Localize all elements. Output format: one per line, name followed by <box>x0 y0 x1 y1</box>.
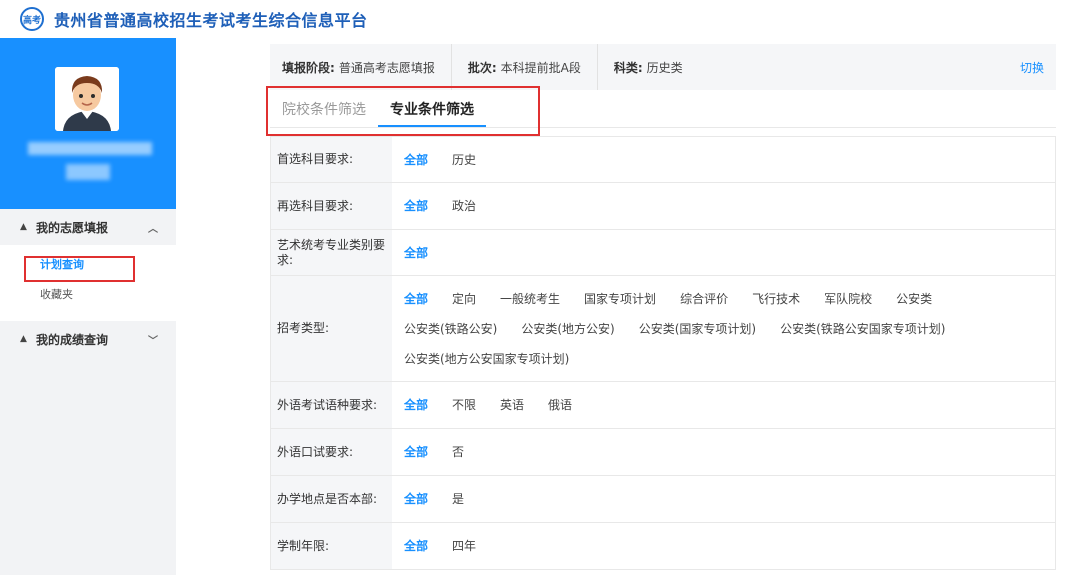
filter-row: 首选科目要求: 全部 历史 <box>270 137 1056 183</box>
filter-label: 外语口试要求: <box>270 429 392 475</box>
filter-option-all[interactable]: 全部 <box>404 531 428 561</box>
filter-options: 全部 政治 <box>392 183 1056 229</box>
filter-option-all[interactable]: 全部 <box>404 238 428 268</box>
sidebar: ▲ 我的志愿填报 ︿ 计划查询 收藏夹 ▲ 我的成绩查询 ﹀ <box>0 38 176 575</box>
filter-row: 外语考试语种要求: 全部 不限 英语 俄语 <box>270 382 1056 429</box>
filter-options: 全部是 <box>392 476 1056 522</box>
menu-group-scores[interactable]: ▲ 我的成绩查询 ﹀ <box>0 321 176 357</box>
filter-option-all[interactable]: 全部 <box>404 284 428 314</box>
filter-option[interactable]: 俄语 <box>548 390 572 420</box>
filter-option[interactable]: 英语 <box>500 390 524 420</box>
filter-label: 学制年限: <box>270 523 392 569</box>
filter-label: 招考类型: <box>270 276 392 381</box>
filter-row: 艺术统考专业类别要求: 全部 <box>270 230 1056 276</box>
filter-option[interactable]: 公安类(铁路公安国家专项计划) <box>780 314 945 344</box>
filter-option[interactable]: 四年 <box>452 531 476 561</box>
highlight-box <box>24 256 135 282</box>
filter-options: 全部否 <box>392 429 1056 475</box>
filter-label: 首选科目要求: <box>270 137 392 182</box>
filter-label: 办学地点是否本部: <box>270 476 392 522</box>
info-subject: 科类: 历史类 <box>613 60 683 75</box>
site-title: 贵州省普通高校招生考试考生综合信息平台 <box>54 11 368 30</box>
filter-options: 全部 四年 <box>392 523 1056 569</box>
info-stage: 填报阶段: 普通高考志愿填报 <box>270 44 452 90</box>
flask-icon: ▲ <box>20 333 27 344</box>
filter-option-all[interactable]: 全部 <box>404 191 428 221</box>
filter-option[interactable]: 定向 <box>452 284 476 314</box>
filter-option-all[interactable]: 全部 <box>404 145 428 175</box>
filter-row: 外语口试要求: 全部否 <box>270 429 1056 476</box>
filter-option[interactable]: 历史 <box>452 145 476 175</box>
filter-option[interactable]: 不限 <box>452 390 476 420</box>
filter-option[interactable]: 公安类(国家专项计划) <box>639 314 756 344</box>
filter-option[interactable]: 公安类 <box>896 284 932 314</box>
logo-icon: 高考 <box>20 7 44 31</box>
filter-options: 全部 <box>392 230 1056 275</box>
menu-group-volunteer[interactable]: ▲ 我的志愿填报 ︿ <box>0 209 176 245</box>
switch-link[interactable]: 切换 <box>1020 59 1044 76</box>
filter-label: 艺术统考专业类别要求: <box>270 230 392 275</box>
profile-card <box>0 38 176 209</box>
filter-option[interactable]: 军队院校 <box>824 284 872 314</box>
flask-icon: ▲ <box>20 221 27 232</box>
filter-label: 外语考试语种要求: <box>270 382 392 428</box>
filter-row: 招考类型: 全部 定向 一般统考生 国家专项计划 综合评价 飞行技术 军队院校 公安类 公安类(铁… <box>270 276 1056 382</box>
userid-redacted <box>66 164 110 180</box>
chevron-down-icon: ﹀ <box>148 335 158 347</box>
filter-row: 再选科目要求: 全部 政治 <box>270 183 1056 230</box>
filter-row: 办学地点是否本部: 全部是 <box>270 476 1056 523</box>
filter-options: 全部 历史 <box>392 137 1056 182</box>
filter-option[interactable]: 一般统考生 <box>500 284 560 314</box>
top-bar: 高考 贵州省普通高校招生考试考生综合信息平台 <box>0 0 1080 38</box>
filter-option-all[interactable]: 全部 <box>404 437 428 467</box>
filter-table: 首选科目要求: 全部 历史 再选科目要求: 全部 政治 艺术统考专业类别要求: 全部 招考类型:… <box>270 136 1056 570</box>
avatar <box>55 67 119 131</box>
menu-item-favorites[interactable]: 收藏夹 <box>0 279 176 309</box>
filter-option[interactable]: 飞行技术 <box>752 284 800 314</box>
menu-group-label: 我的成绩查询 <box>36 332 109 347</box>
info-bar: 填报阶段: 普通高考志愿填报 批次: 本科提前批A段 科类: 历史类 切换 <box>270 44 1056 90</box>
highlight-box <box>266 86 540 136</box>
filter-option[interactable]: 公安类(地方公安国家专项计划) <box>404 344 569 374</box>
filter-option-all[interactable]: 全部 <box>404 484 428 514</box>
filter-option[interactable]: 是 <box>452 484 464 514</box>
filter-option[interactable]: 否 <box>452 437 464 467</box>
filter-options: 全部 定向 一般统考生 国家专项计划 综合评价 飞行技术 军队院校 公安类 公安类(铁路公安) 公… <box>392 276 1056 381</box>
filter-option[interactable]: 综合评价 <box>680 284 728 314</box>
info-batch: 批次: 本科提前批A段 <box>452 44 598 90</box>
filter-option[interactable]: 政治 <box>452 191 476 221</box>
filter-row: 学制年限: 全部 四年 <box>270 523 1056 570</box>
filter-label: 再选科目要求: <box>270 183 392 229</box>
menu-group-label: 我的志愿填报 <box>36 220 109 235</box>
username-redacted <box>28 142 152 155</box>
side-menu: ▲ 我的志愿填报 ︿ 计划查询 收藏夹 ▲ 我的成绩查询 ﹀ <box>0 209 176 357</box>
filter-options: 全部 不限 英语 俄语 <box>392 382 1056 428</box>
filter-option-all[interactable]: 全部 <box>404 390 428 420</box>
filter-option[interactable]: 国家专项计划 <box>584 284 656 314</box>
chevron-up-icon: ︿ <box>148 223 158 235</box>
main-panel: 填报阶段: 普通高考志愿填报 批次: 本科提前批A段 科类: 历史类 切换 院校… <box>188 38 1080 575</box>
filter-option[interactable]: 公安类(铁路公安) <box>404 314 497 344</box>
filter-option[interactable]: 公安类(地方公安) <box>521 314 614 344</box>
